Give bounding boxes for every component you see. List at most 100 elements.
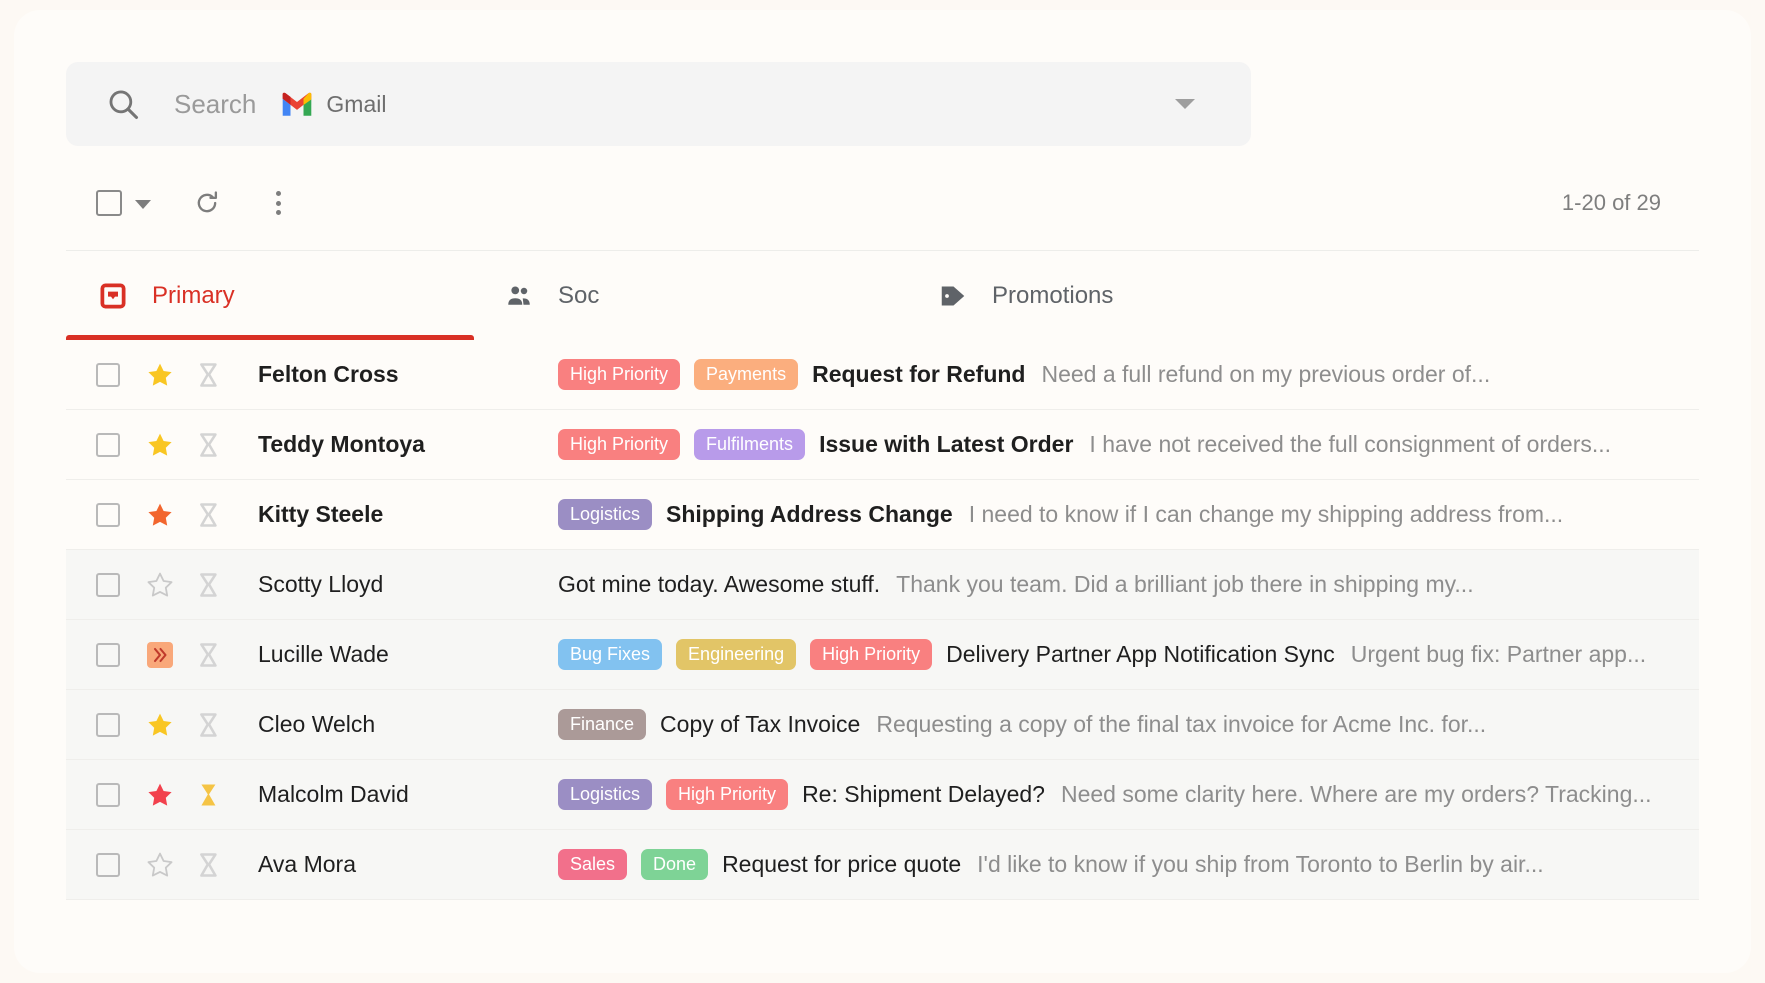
- refresh-icon[interactable]: [193, 189, 221, 217]
- label-chip[interactable]: High Priority: [558, 429, 680, 460]
- label-chips: Sales Done: [558, 849, 722, 880]
- list-toolbar: 1-20 of 29: [66, 172, 1699, 234]
- important-marker-icon[interactable]: [196, 432, 222, 458]
- email-snippet: I have not received the full consignment…: [1089, 431, 1611, 458]
- table-row[interactable]: Malcolm DavidLogistics High Priority Re: S…: [66, 760, 1699, 830]
- label-chips: High Priority Fulfilments: [558, 429, 819, 460]
- row-checkbox[interactable]: [96, 853, 120, 877]
- email-snippet: I need to know if I can change my shippi…: [969, 501, 1564, 528]
- sender-name: Malcolm David: [258, 781, 558, 808]
- important-marker-icon[interactable]: [196, 712, 222, 738]
- star-icon[interactable]: [146, 711, 174, 739]
- label-chip[interactable]: Payments: [694, 359, 798, 390]
- category-tabs: Primary Soc: [66, 250, 1699, 340]
- label-chip[interactable]: Sales: [558, 849, 627, 880]
- label-chip[interactable]: Fulfilments: [694, 429, 805, 460]
- subject-area: Request for price quote I'd like to know …: [722, 851, 1699, 878]
- sender-name: Lucille Wade: [258, 641, 558, 668]
- email-subject: Copy of Tax Invoice: [660, 711, 860, 738]
- sender-name: Felton Cross: [258, 361, 558, 388]
- subject-area: Copy of Tax Invoice Requesting a copy of …: [660, 711, 1699, 738]
- label-chip[interactable]: Finance: [558, 709, 646, 740]
- tab-promotions[interactable]: Promotions: [938, 251, 1113, 340]
- search-scope-label: Gmail: [326, 91, 386, 118]
- table-row[interactable]: Kitty SteeleLogisticsShipping Address Ch…: [66, 480, 1699, 550]
- label-chip[interactable]: Logistics: [558, 779, 652, 810]
- important-marker-icon[interactable]: [196, 852, 222, 878]
- select-all-checkbox[interactable]: [96, 190, 122, 216]
- email-snippet: I'd like to know if you ship from Toront…: [977, 851, 1543, 878]
- tab-primary-label: Primary: [152, 282, 235, 310]
- important-badge-icon[interactable]: [146, 641, 174, 669]
- email-subject: Issue with Latest Order: [819, 431, 1073, 458]
- label-chips: Logistics: [558, 499, 666, 530]
- subject-area: Delivery Partner App Notification SyncUr…: [946, 641, 1699, 668]
- label-chip[interactable]: Done: [641, 849, 708, 880]
- label-chip[interactable]: Logistics: [558, 499, 652, 530]
- important-marker-icon[interactable]: [196, 782, 222, 808]
- row-checkbox[interactable]: [96, 573, 120, 597]
- star-icon[interactable]: [146, 781, 174, 809]
- label-chips: Bug Fixes Engineering High Priority: [558, 639, 946, 670]
- sender-name: Teddy Montoya: [258, 431, 558, 458]
- row-checkbox[interactable]: [96, 363, 120, 387]
- row-checkbox[interactable]: [96, 433, 120, 457]
- email-snippet: Need some clarity here. Where are my ord…: [1061, 781, 1652, 808]
- subject-area: Re: Shipment Delayed?Need some clarity h…: [802, 781, 1699, 808]
- email-subject: Shipping Address Change: [666, 501, 953, 528]
- label-chips: Finance: [558, 709, 660, 740]
- star-icon[interactable]: [146, 851, 174, 879]
- gmail-window: Search Gmail 1-20 of 29: [14, 10, 1751, 973]
- email-subject: Request for Refund: [812, 361, 1025, 388]
- select-all-chevron-down-icon[interactable]: [135, 200, 151, 209]
- tab-social-label: Soc: [558, 282, 599, 310]
- table-row[interactable]: Teddy MontoyaHigh Priority Fulfilments Iss…: [66, 410, 1699, 480]
- star-icon[interactable]: [146, 361, 174, 389]
- email-list: Felton CrossHigh PriorityPaymentsRequest…: [66, 340, 1699, 900]
- table-row[interactable]: Cleo WelchFinanceCopy of Tax InvoiceRequ…: [66, 690, 1699, 760]
- row-checkbox[interactable]: [96, 713, 120, 737]
- subject-area: Got mine today. Awesome stuff.Thank you …: [558, 571, 1699, 598]
- table-row[interactable]: Felton CrossHigh Priority Payments Request…: [66, 340, 1699, 410]
- label-chips: Logistics High Priority: [558, 779, 802, 810]
- important-marker-icon[interactable]: [196, 502, 222, 528]
- important-marker-icon[interactable]: [196, 642, 222, 668]
- subject-area: Issue with Latest Order I have not receiv…: [819, 431, 1699, 458]
- subject-area: Shipping Address Change I need to know if…: [666, 501, 1699, 528]
- label-chip[interactable]: High Priority: [810, 639, 932, 670]
- star-icon[interactable]: [146, 501, 174, 529]
- inbox-icon: [98, 281, 128, 311]
- search-input[interactable]: Search: [174, 89, 256, 120]
- chevron-down-icon[interactable]: [1175, 99, 1195, 109]
- table-row[interactable]: Lucille WadeBug Fixes Engineering High Pri…: [66, 620, 1699, 690]
- tab-primary[interactable]: Primary: [98, 251, 235, 340]
- more-vertical-icon[interactable]: [265, 189, 291, 217]
- label-chip[interactable]: Bug Fixes: [558, 639, 662, 670]
- search-bar[interactable]: Search Gmail: [66, 62, 1251, 146]
- email-subject: Request for price quote: [722, 851, 961, 878]
- table-row[interactable]: Ava MoraSales Done Request for price quote…: [66, 830, 1699, 900]
- label-chip[interactable]: High Priority: [558, 359, 680, 390]
- sender-name: Ava Mora: [258, 851, 558, 878]
- email-snippet: Need a full refund on my previous order …: [1041, 361, 1490, 388]
- star-icon[interactable]: [146, 571, 174, 599]
- gmail-logo: [280, 91, 314, 117]
- tab-promotions-label: Promotions: [992, 282, 1113, 310]
- pagination-label: 1-20 of 29: [1562, 190, 1661, 216]
- sender-name: Scotty Lloyd: [258, 571, 558, 598]
- row-checkbox[interactable]: [96, 783, 120, 807]
- row-checkbox[interactable]: [96, 643, 120, 667]
- people-icon: [504, 281, 534, 311]
- table-row[interactable]: Scotty LloydGot mine today. Awesome stuf…: [66, 550, 1699, 620]
- tag-icon: [938, 281, 968, 311]
- row-checkbox[interactable]: [96, 503, 120, 527]
- star-icon[interactable]: [146, 431, 174, 459]
- search-icon[interactable]: [106, 87, 140, 121]
- email-subject: Got mine today. Awesome stuff.: [558, 571, 880, 598]
- important-marker-icon[interactable]: [196, 362, 222, 388]
- tab-social[interactable]: Soc: [504, 251, 599, 340]
- label-chip[interactable]: Engineering: [676, 639, 796, 670]
- email-snippet: Requesting a copy of the final tax invoi…: [876, 711, 1486, 738]
- important-marker-icon[interactable]: [196, 572, 222, 598]
- label-chip[interactable]: High Priority: [666, 779, 788, 810]
